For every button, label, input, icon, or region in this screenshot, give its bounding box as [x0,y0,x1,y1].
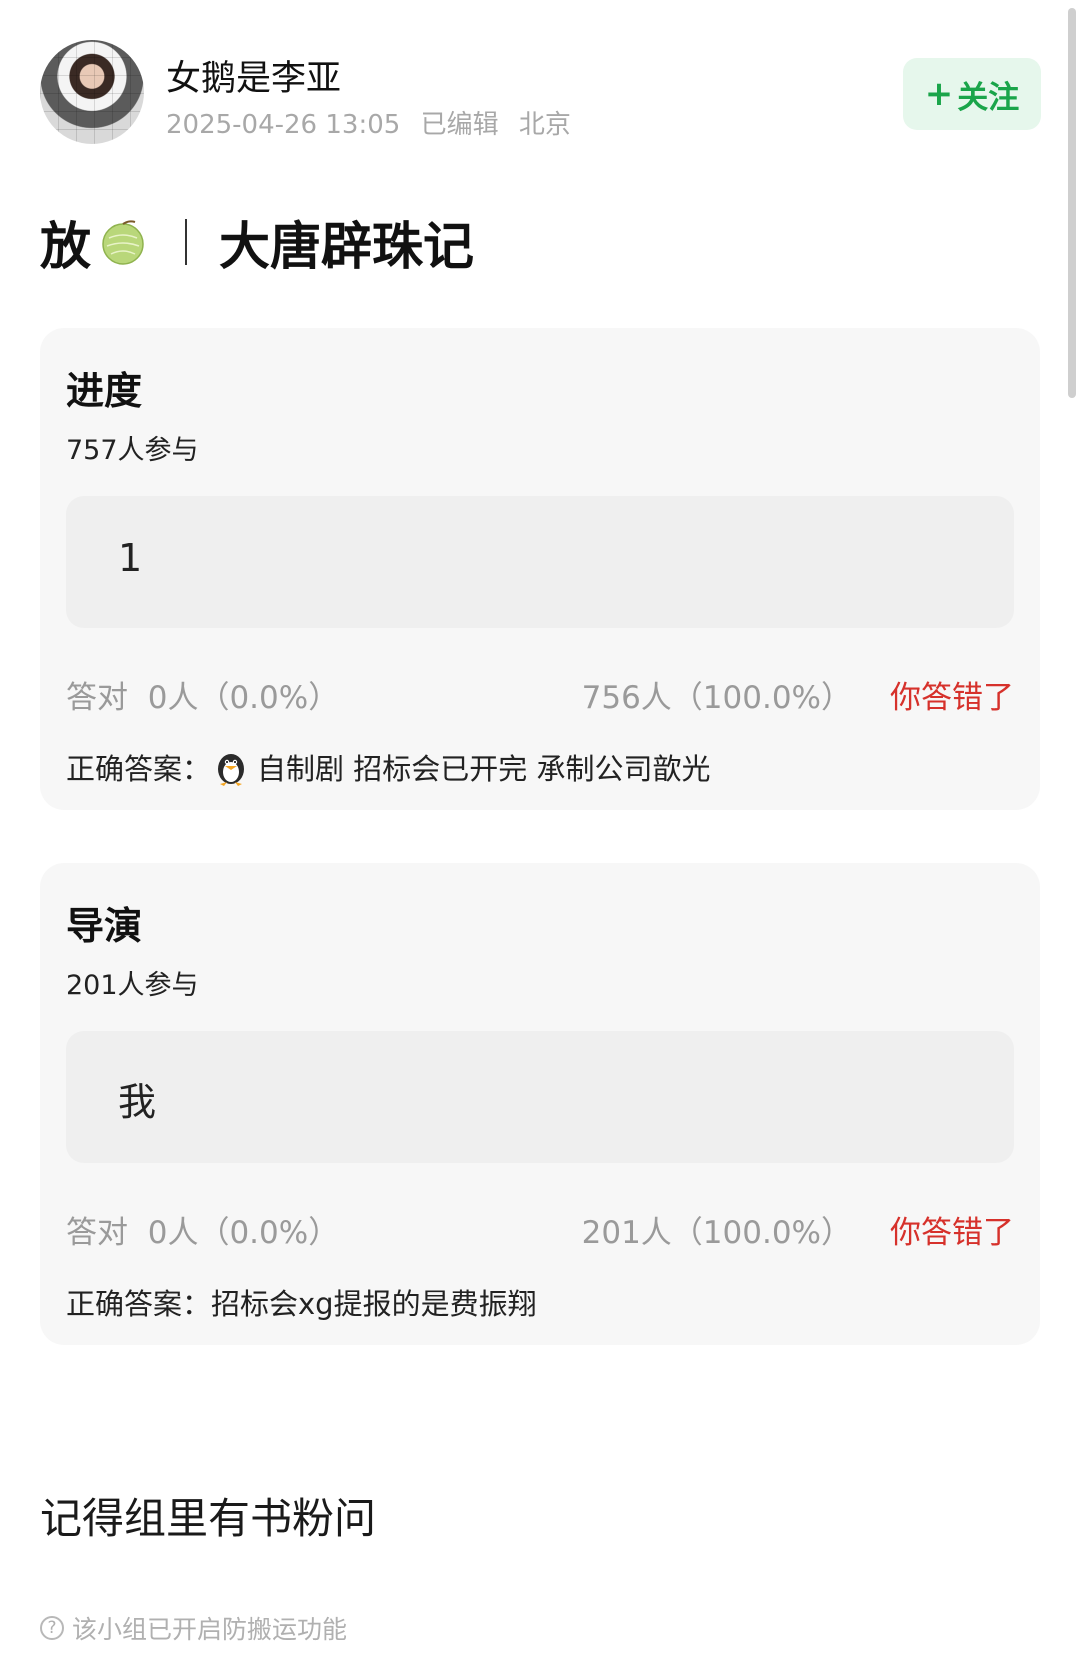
scrollbar[interactable] [1068,8,1076,398]
answer-stats: 答对 0人（0.0%） 756人（100.0%） 你答错了 [66,672,1014,716]
correct-stat: 答对 0人（0.0%） [66,1207,339,1252]
quiz-card: 导演 201人参与 我 答对 0人（0.0%） 201人（100.0%） 你答错… [40,863,1040,1345]
wrong-stat-count: 756人（100.0%） [581,680,852,716]
my-answer: 1 [118,536,143,580]
correct-answer-label: 正确答案： [66,1287,212,1321]
correct-answer: 正确答案： 招标会xg提报的是费振翔 [66,1281,537,1323]
location-label: 北京 [518,110,571,140]
correct-answer-label: 正确答案： [66,752,212,786]
post-header: 女鹅是李亚 2025-04-26 13:05 已编辑 北京 + 关注 [40,40,1041,145]
anti-repost-text: 该小组已开启防搬运功能 [72,1615,348,1644]
follow-button[interactable]: + 关注 [903,58,1041,130]
participant-count: 757人参与 [66,435,199,466]
my-answer: 我 [118,1080,157,1124]
title-divider [185,219,188,265]
wrong-stat-count: 201人（100.0%） [581,1215,852,1251]
edited-label: 已编辑 [420,110,499,140]
post-title-prefix: 放 [40,218,92,277]
penguin-icon [218,754,245,786]
follow-label: 关注 [957,79,1020,116]
correct-stat: 答对 0人（0.0%） [66,672,339,717]
correct-answer: 正确答案： 自制剧 招标会已开完 承制公司歆光 [66,746,710,788]
post-meta: 2025-04-26 13:05 已编辑 北京 [166,104,583,141]
result-badge: 你答错了 [890,1215,1014,1251]
avatar[interactable] [40,40,144,144]
plus-icon: + [924,74,954,114]
my-answer-box[interactable]: 我 [66,1031,1014,1163]
participant-count: 201人参与 [66,970,199,1001]
username[interactable]: 女鹅是李亚 [166,50,341,101]
correct-stat-count: 0人（0.0%） [147,1215,340,1251]
question-title: 导演 [66,904,143,948]
correct-stat-count: 0人（0.0%） [147,680,340,716]
my-answer-box[interactable]: 1 [66,496,1014,628]
post-timestamp: 2025-04-26 13:05 [166,110,401,140]
correct-stat-label: 答对 [66,1215,128,1251]
result-badge: 你答错了 [890,680,1014,716]
post-body-text: 记得组里有书粉问 [40,1494,377,1543]
correct-stat-label: 答对 [66,680,128,716]
post-title: 放 大唐辟珠记 [40,205,474,279]
quiz-card: 进度 757人参与 1 答对 0人（0.0%） 756人（100.0%） 你答错… [40,328,1040,810]
help-icon[interactable]: ? [40,1616,64,1640]
post-title-main: 大唐辟珠记 [219,218,475,277]
answer-stats: 答对 0人（0.0%） 201人（100.0%） 你答错了 [66,1207,1014,1251]
correct-answer-text: 招标会xg提报的是费振翔 [211,1287,537,1321]
anti-repost-notice: ? 该小组已开启防搬运功能 [40,1610,347,1646]
correct-answer-text: 自制剧 招标会已开完 承制公司歆光 [257,752,711,786]
melon-emoji-icon [102,220,144,265]
question-title: 进度 [66,369,143,413]
